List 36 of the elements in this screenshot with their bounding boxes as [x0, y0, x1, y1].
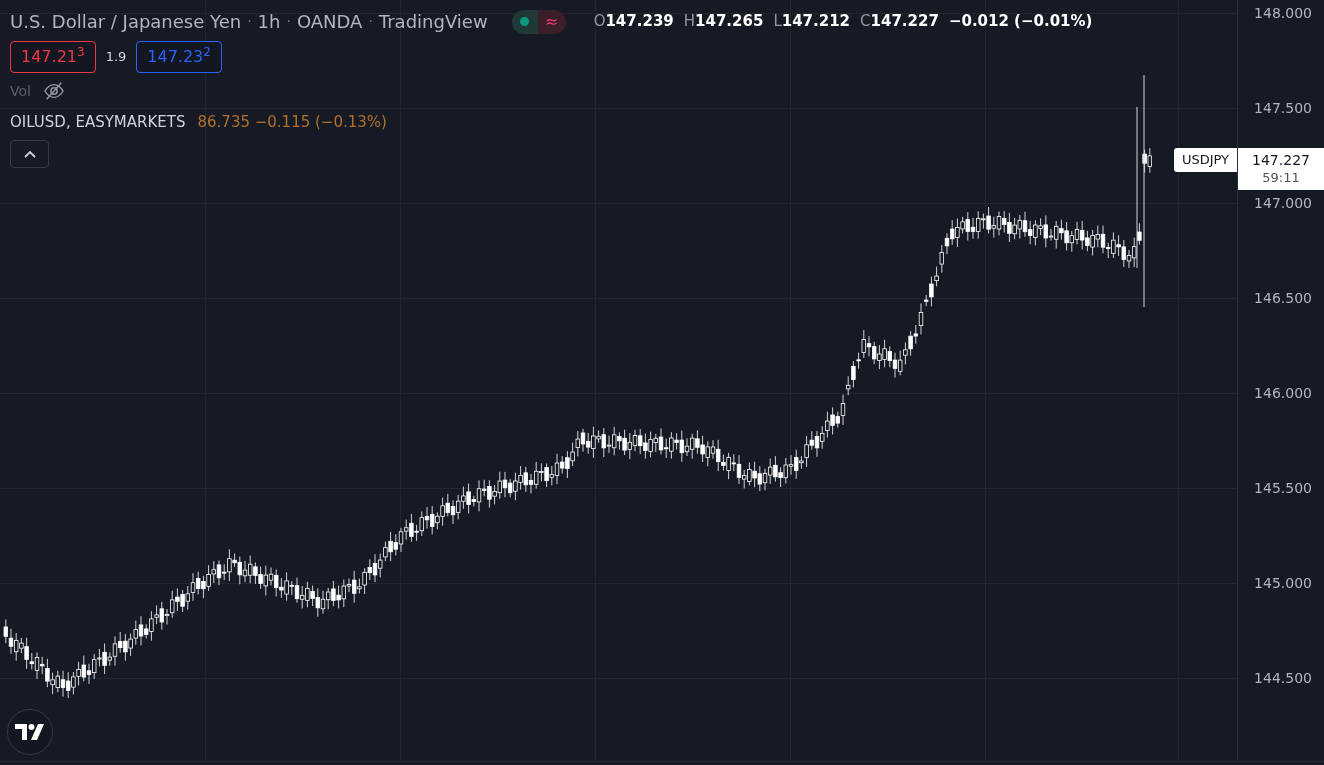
logo-icon: [15, 724, 45, 740]
chart-title: TradingView: [378, 10, 488, 34]
ohlc-value: L147.212: [773, 11, 851, 33]
buy-button[interactable]: 147.23$^{2}$: [136, 41, 222, 73]
price-axis-label: 148.000: [1254, 6, 1312, 20]
price-axis-label: 146.500: [1254, 291, 1312, 305]
price-axis-label: 145.000: [1254, 576, 1312, 590]
price-change: −0.012 (−0.01%): [948, 11, 1093, 33]
ohlc-value: C147.227: [860, 11, 939, 33]
price-axis-label: 146.000: [1254, 386, 1312, 400]
bar-countdown: 59:11: [1262, 169, 1300, 186]
price-axis-label: 145.500: [1254, 481, 1312, 495]
volume-label: Vol: [10, 81, 31, 101]
ohlc-value: O147.239: [593, 11, 674, 33]
price-axis-label: 144.500: [1254, 671, 1312, 685]
price-axis-label: 147.000: [1254, 196, 1312, 210]
title-separator: ·: [286, 12, 291, 31]
chart-title: U.S. Dollar / Japanese Yen: [10, 10, 242, 34]
ohlc-value: H147.265: [683, 11, 764, 33]
logo-badge[interactable]: [7, 709, 53, 755]
last-price: 147.227: [1252, 152, 1310, 170]
compare-values: 86.735 −0.115 (−0.13%): [197, 112, 387, 133]
chevron-up-icon: [23, 149, 36, 158]
price-axis-label: 147.500: [1254, 101, 1312, 115]
collapse-legend-button[interactable]: [10, 139, 49, 168]
data-status-indicator: ≈: [537, 9, 566, 34]
sell-button[interactable]: 147.21$^{3}$: [10, 41, 96, 73]
compare-symbol: OILUSD, EASYMARKETS: [10, 112, 186, 133]
eye-off-icon[interactable]: [42, 81, 65, 101]
spread-value: 1.9: [105, 48, 127, 67]
title-separator: ·: [368, 12, 373, 31]
title-separator: ·: [247, 12, 252, 31]
symbol-label: USDJPY: [1173, 148, 1237, 172]
chart-title: 1h: [257, 10, 281, 34]
market-status-pill[interactable]: ≈: [511, 9, 566, 34]
chart-title: OANDA: [296, 10, 363, 34]
